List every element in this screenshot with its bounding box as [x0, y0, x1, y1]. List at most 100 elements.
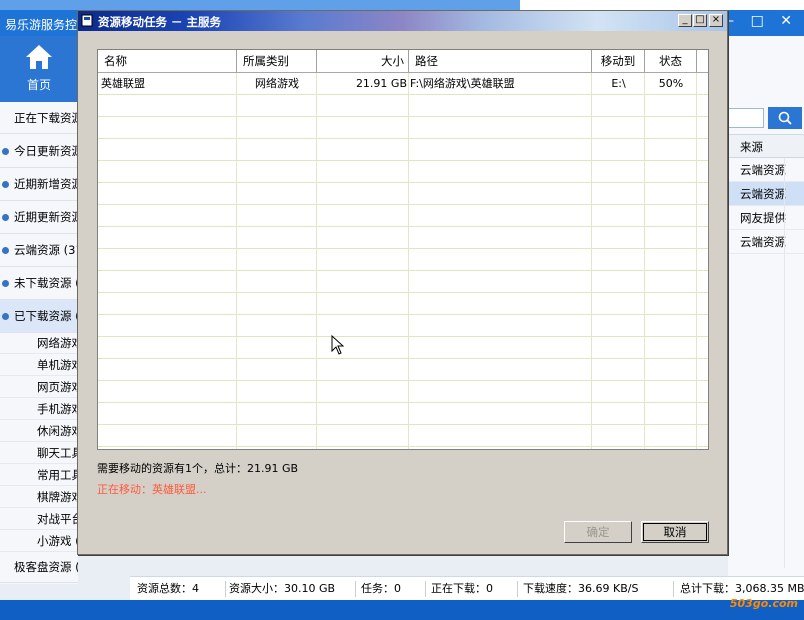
sidebar-item-label: 今日更新资源: [14, 144, 78, 158]
app-icon: [81, 14, 93, 27]
expand-bullet-icon: [2, 213, 9, 221]
sidebar-item-label: 近期新增资源: [14, 177, 78, 191]
grid-line: [696, 73, 697, 449]
sidebar-item[interactable]: 近期更新资源: [0, 201, 78, 234]
sidebar-item-label: 正在下载资源: [14, 111, 78, 125]
sidebar-item-label: 近期更新资源: [14, 210, 78, 224]
sidebar-subitem[interactable]: 小游戏 (: [0, 530, 78, 552]
status-resource-size: 资源大小：30.10 GB: [229, 582, 336, 595]
move-task-table: 名称 所属类别 大小 路径 移动到 状态 英雄联盟 网络游戏 21.91 GB …: [97, 49, 709, 450]
sidebar-subitem[interactable]: 对战平台: [0, 508, 78, 530]
grid-line: [98, 402, 708, 403]
sidebar-item[interactable]: 今日更新资源: [0, 135, 78, 168]
grid-line: [98, 358, 708, 359]
status-total-resources: 资源总数：4: [137, 582, 199, 595]
status-separator: [517, 581, 518, 597]
cell-move-to[interactable]: E:\: [592, 73, 645, 95]
ok-button[interactable]: 确定: [564, 521, 632, 543]
column-header-move-to[interactable]: 移动到: [592, 50, 645, 72]
grid-divider: [784, 158, 785, 568]
grid-line: [98, 270, 708, 271]
status-separator: [673, 581, 674, 597]
minimize-button[interactable]: _: [678, 14, 692, 27]
sidebar-item[interactable]: 正在下载资源: [0, 102, 78, 134]
source-cell[interactable]: 云端资源: [728, 182, 804, 206]
home-button[interactable]: 首页: [0, 36, 78, 102]
sidebar-subitem[interactable]: 休闲游戏: [0, 420, 78, 442]
table-body: [98, 73, 708, 449]
status-downloading: 正在下载：0: [431, 582, 493, 595]
sidebar-subitem[interactable]: 网页游戏: [0, 376, 78, 398]
expand-bullet-icon: [2, 180, 9, 188]
grid-line: [98, 138, 708, 139]
sidebar-item-geek-disk[interactable]: 极客盘资源 (0): [0, 551, 78, 583]
column-header-status[interactable]: 状态: [645, 50, 697, 72]
sidebar-subitem[interactable]: 单机游戏: [0, 354, 78, 376]
cell-name[interactable]: 英雄联盟: [101, 73, 145, 95]
sidebar-subitem[interactable]: 网络游戏: [0, 332, 78, 354]
grid-line: [98, 160, 708, 161]
column-header-size[interactable]: 大小: [317, 50, 409, 72]
sidebar-item[interactable]: 已下载资源 (: [0, 300, 78, 333]
home-icon: [26, 45, 52, 69]
expand-bullet-icon: [2, 279, 9, 287]
sidebar-subitem[interactable]: 聊天工具: [0, 442, 78, 464]
expand-bullet-icon: [2, 246, 9, 254]
grid-line: [98, 336, 708, 337]
column-header-path[interactable]: 路径: [409, 50, 592, 72]
sidebar-subitem[interactable]: 棋牌游戏: [0, 486, 78, 508]
resource-move-dialog: 资源移动任务 － 主服务 _ □ × 名称 所属类别 大小 路径 移动到 状态 …: [77, 10, 728, 555]
top-white-block: [520, 0, 804, 10]
dialog-titlebar[interactable]: 资源移动任务 － 主服务 _ □ ×: [78, 11, 727, 31]
source-cell[interactable]: 云端资源: [728, 158, 804, 182]
grid-line: [98, 292, 708, 293]
search-icon: [778, 111, 792, 125]
column-header-name[interactable]: 名称: [98, 50, 237, 72]
grid-line: [98, 314, 708, 315]
source-cell[interactable]: 云端资源: [728, 230, 804, 254]
column-header-category[interactable]: 所属类别: [237, 50, 317, 72]
bottom-strip: [0, 600, 804, 620]
sidebar-item[interactable]: 近期新增资源: [0, 168, 78, 201]
sidebar-item[interactable]: 未下载资源 (: [0, 267, 78, 300]
source-cell[interactable]: 网友提供: [728, 206, 804, 230]
grid-line: [98, 226, 708, 227]
sidebar-item-label: 未下载资源 (: [14, 276, 78, 290]
grid-line: [98, 248, 708, 249]
grid-line: [644, 73, 645, 449]
search-button[interactable]: [768, 107, 802, 129]
close-button[interactable]: ×: [709, 14, 723, 27]
grid-line: [98, 116, 708, 117]
status-separator: [425, 581, 426, 597]
search-input[interactable]: [728, 108, 764, 128]
summary-text: 需要移动的资源有1个，总计：21.91 GB: [97, 462, 299, 475]
grid-line: [98, 446, 708, 447]
grid-line: [98, 380, 708, 381]
cell-path[interactable]: F:\网络游戏\英雄联盟: [410, 73, 515, 95]
watermark-logo: 503go.com: [729, 597, 798, 610]
cell-status[interactable]: 50%: [645, 73, 697, 95]
grid-line: [236, 73, 237, 449]
table-header: 名称 所属类别 大小 路径 移动到 状态: [98, 50, 708, 73]
mouse-cursor-icon: [331, 335, 344, 355]
maximize-button[interactable]: □: [693, 14, 707, 27]
sidebar-subitem[interactable]: 常用工具: [0, 464, 78, 486]
sidebar-item[interactable]: 云端资源 (31: [0, 234, 78, 267]
cell-size[interactable]: 21.91 GB: [317, 73, 407, 95]
dialog-title: 资源移动任务 － 主服务: [98, 15, 222, 29]
column-header-source[interactable]: 来源: [728, 134, 804, 158]
sidebar-item-label: 已下载资源 (: [14, 309, 78, 323]
sidebar-subitem[interactable]: 手机游戏: [0, 398, 78, 420]
grid-line: [98, 204, 708, 205]
grid-line: [591, 73, 592, 449]
home-label: 首页: [26, 78, 51, 92]
progress-text: 正在移动：英雄联盟...: [97, 483, 207, 496]
cancel-button[interactable]: 取消: [641, 521, 709, 543]
status-download-speed: 下载速度：36.69 KB/S: [523, 582, 639, 595]
status-bar: 资源总数：4 资源大小：30.10 GB 任务：0 正在下载：0 下载速度：36…: [130, 576, 804, 601]
grid-line: [316, 73, 317, 449]
cell-category[interactable]: 网络游戏: [237, 73, 317, 95]
status-separator: [355, 581, 356, 597]
sidebar-item-label: 云端资源 (31: [14, 243, 78, 257]
grid-line: [98, 424, 708, 425]
